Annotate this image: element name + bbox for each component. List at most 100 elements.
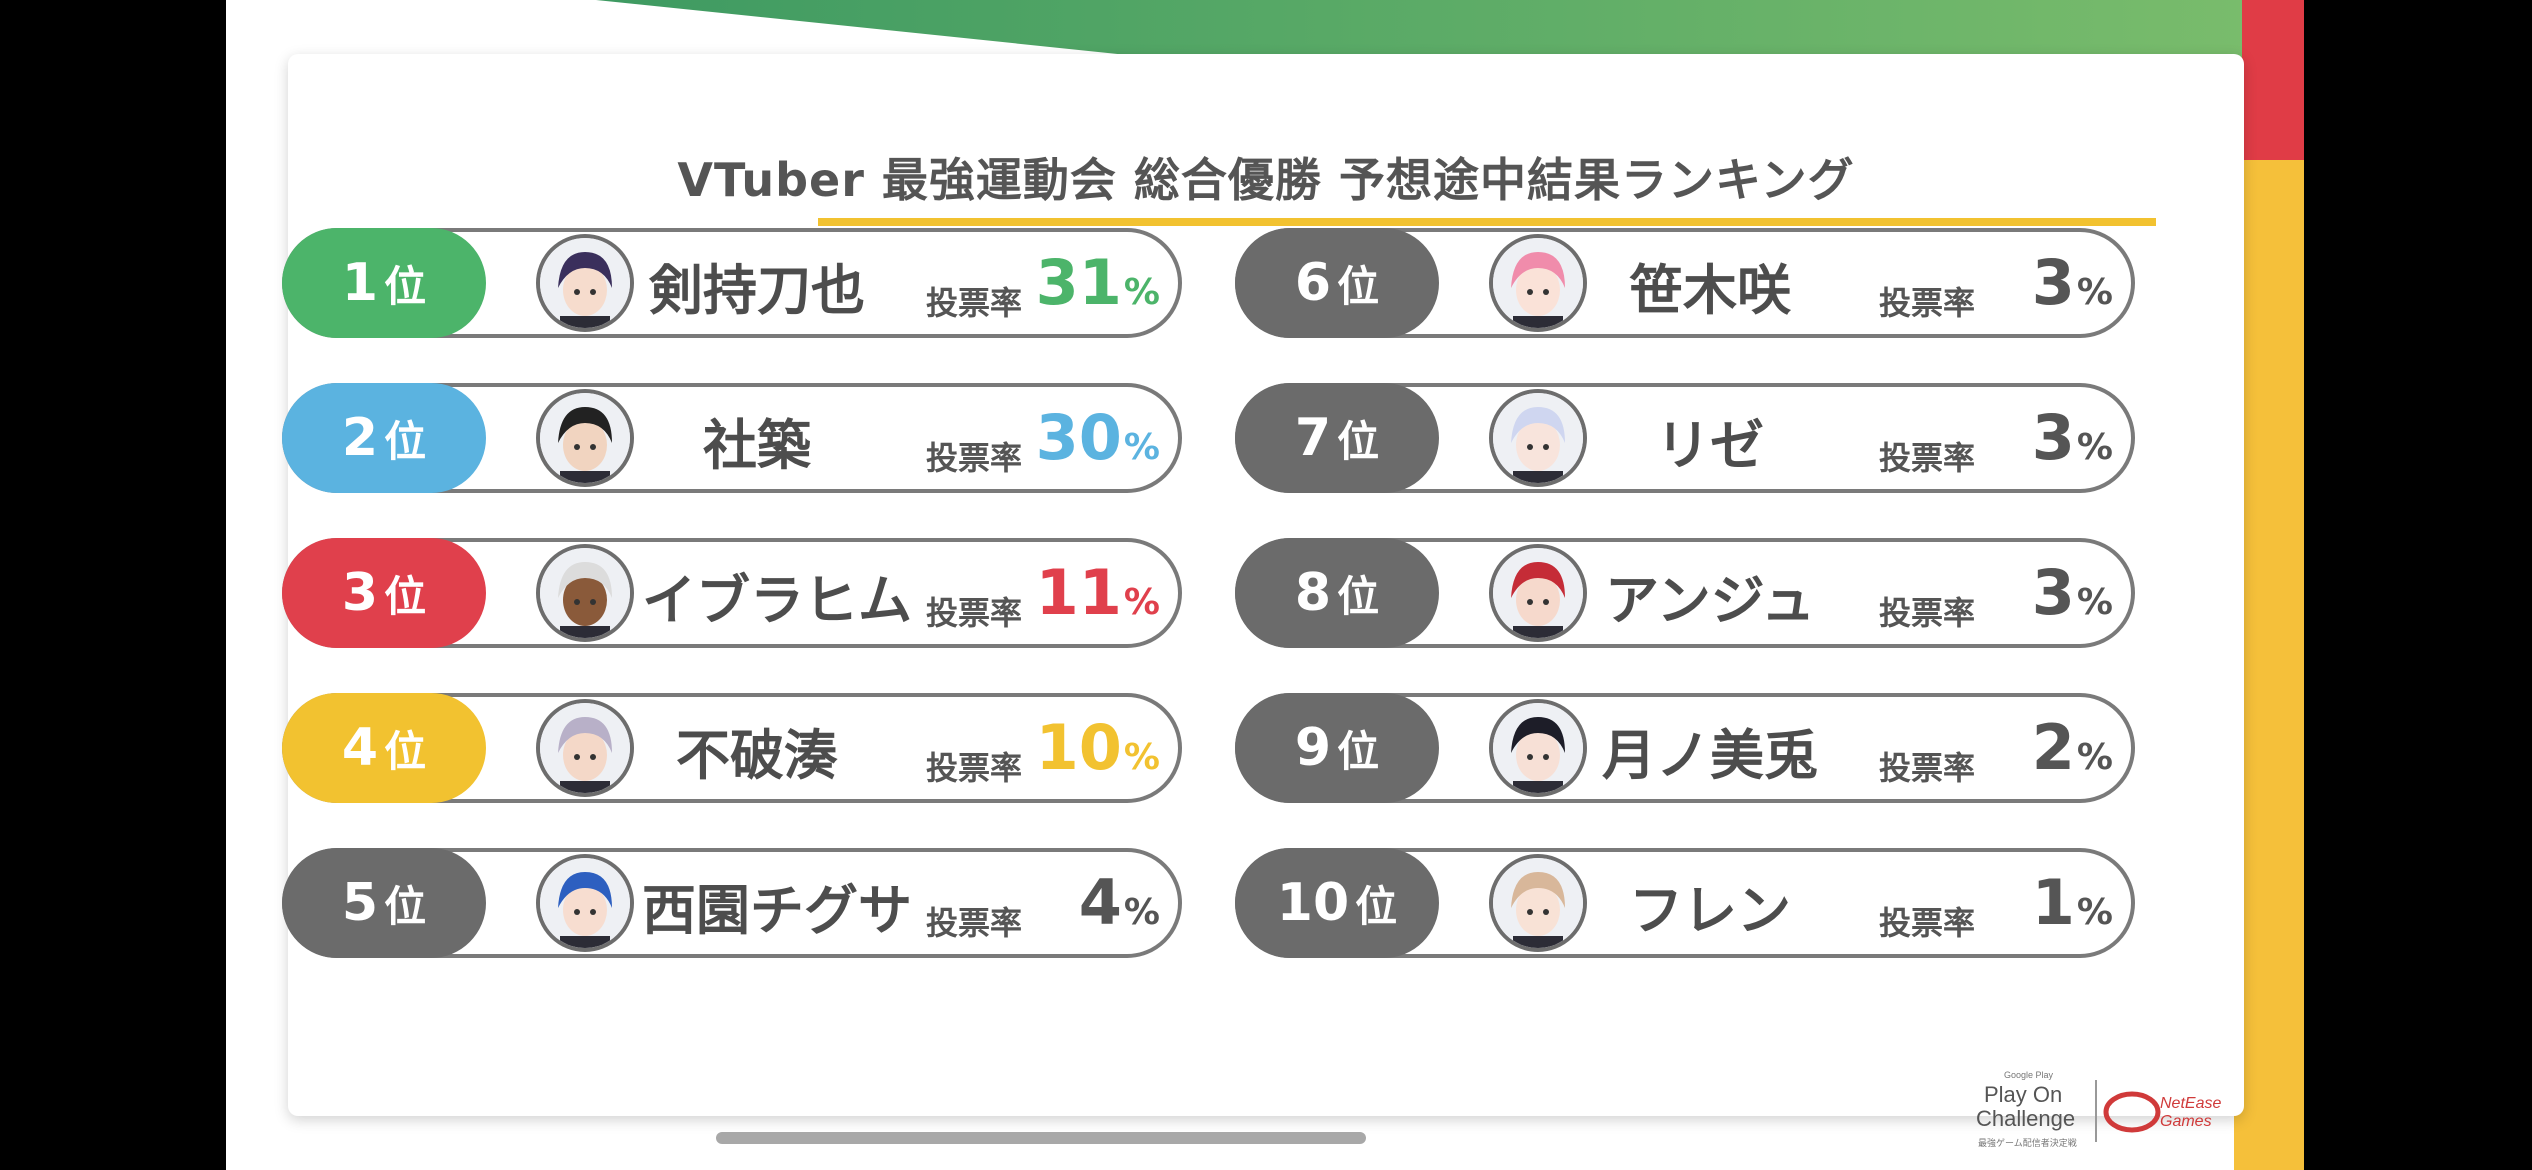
- logo-games: Games: [2160, 1113, 2212, 1130]
- rank-badge: 3位: [282, 538, 486, 648]
- rank-suffix: 位: [384, 881, 427, 931]
- vote-rate-value: 4%: [1079, 866, 1160, 939]
- vote-rate-label: 投票率: [926, 439, 1023, 477]
- vote-rate-label: 投票率: [1879, 284, 1976, 322]
- ranking-row: 10 位 フレン 投票率 1%: [1235, 848, 2135, 958]
- ranking-row: 2 位 社築 投票率 30%: [282, 383, 1182, 493]
- ranking-row: 3 位 イブラヒム 投票率 11%: [282, 538, 1182, 648]
- vote-rate-value: 3%: [2032, 556, 2113, 629]
- vote-rate-number: 2: [2031, 711, 2075, 784]
- vote-rate-value: 11%: [1036, 556, 1160, 629]
- rank-number: 1: [341, 253, 379, 313]
- percent-unit: %: [2076, 272, 2113, 313]
- avatar-dark-hair-icon: [1489, 699, 1587, 797]
- vote-rate-number: 10: [1035, 711, 1122, 784]
- rank-suffix: 位: [1337, 571, 1380, 621]
- percent-unit: %: [1123, 737, 1160, 778]
- title-underline: [818, 218, 2156, 226]
- rank-number: 4: [341, 718, 379, 778]
- member-name: リゼ: [1656, 414, 1764, 477]
- rank-number: 6: [1294, 253, 1332, 313]
- logo-google-play: Google Play: [2004, 1070, 2054, 1080]
- vote-rate-value: 3%: [2032, 401, 2113, 474]
- rank-suffix: 位: [384, 571, 427, 621]
- percent-unit: %: [2076, 892, 2113, 933]
- vote-rate-number: 3: [2031, 556, 2075, 629]
- yellow-stripe-decoration: [2234, 160, 2304, 1170]
- vote-rate-value: 2%: [2032, 711, 2113, 784]
- rank-badge: 2位: [282, 383, 486, 493]
- member-name: 社築: [703, 414, 811, 477]
- vote-rate-value: 30%: [1036, 401, 1160, 474]
- vote-rate-label: 投票率: [926, 904, 1023, 942]
- vote-rate-value: 3%: [2032, 246, 2113, 319]
- vote-rate-number: 31: [1035, 246, 1122, 319]
- member-name: イブラヒム: [642, 569, 912, 632]
- member-name: アンジュ: [1604, 569, 1816, 632]
- vote-rate-label: 投票率: [1879, 439, 1976, 477]
- vote-rate-value: 1%: [2032, 866, 2113, 939]
- vote-rate-value: 31%: [1036, 246, 1160, 319]
- ranking-row: 4 位 不破湊 投票率 10%: [282, 693, 1182, 803]
- avatar-white-hair-icon: [536, 544, 634, 642]
- rank-suffix: 位: [384, 726, 427, 776]
- vote-rate-number: 3: [2031, 246, 2075, 319]
- page-title: VTuber 最強運動会 総合優勝 予想途中結果ランキング: [677, 153, 1855, 207]
- percent-unit: %: [1123, 582, 1160, 623]
- rank-badge: 10 位: [1235, 848, 1439, 958]
- rank-number: 3: [341, 563, 379, 623]
- ranking-row: 7 位 リゼ 投票率 3%: [1235, 383, 2135, 493]
- vote-rate-number: 3: [2031, 401, 2075, 474]
- ranking-row: 9 位 月ノ美兎 投票率 2%: [1235, 693, 2135, 803]
- rank-number: 10: [1276, 873, 1350, 933]
- percent-unit: %: [1123, 427, 1160, 468]
- ranking-row: 5 位 西園チグサ 投票率 4%: [282, 848, 1182, 958]
- rank-badge: 9位: [1235, 693, 1439, 803]
- rank-suffix: 位: [1337, 726, 1380, 776]
- vote-rate-label: 投票率: [1879, 749, 1976, 787]
- rank-suffix: 位: [1337, 416, 1380, 466]
- member-name: 月ノ美兎: [1602, 724, 1818, 787]
- ranking-row: 1 位 剣持刀也 投票率 31%: [282, 228, 1182, 338]
- screen: VTuber 最強運動会 総合優勝 予想途中結果ランキング 1 位剣持刀也 投票率 3…: [226, 0, 2304, 1170]
- member-name: 笹木咲: [1629, 259, 1791, 322]
- percent-unit: %: [2076, 427, 2113, 468]
- rank-suffix: 位: [1355, 881, 1398, 931]
- member-name: 不破湊: [676, 724, 838, 787]
- rank-badge: 5位: [282, 848, 486, 958]
- avatar-blue-hair-icon: [536, 854, 634, 952]
- member-name: 西園チグサ: [642, 879, 912, 942]
- vote-rate-number: 1: [2031, 866, 2075, 939]
- ranking-row: 8 位 アンジュ 投票率 3%: [1235, 538, 2135, 648]
- rank-badge: 6位: [1235, 228, 1439, 338]
- vote-rate-label: 投票率: [1879, 904, 1976, 942]
- rank-suffix: 位: [384, 416, 427, 466]
- logo-line1: Play On: [1984, 1082, 2062, 1107]
- play-on-challenge-logo: Google Play Play On Challenge 最強ゲーム配信者決定…: [1976, 1070, 2221, 1148]
- vote-rate-number: 4: [1078, 866, 1122, 939]
- percent-unit: %: [2076, 737, 2113, 778]
- logo-subtitle: 最強ゲーム配信者決定戦: [1978, 1137, 2077, 1148]
- netease-icon: [2103, 1091, 2161, 1133]
- rank-badge: 8位: [1235, 538, 1439, 648]
- logo-netease: NetEase: [2160, 1095, 2221, 1112]
- member-name: 剣持刀也: [649, 259, 865, 322]
- green-banner-decoration: [596, 0, 2304, 60]
- vote-rate-number: 11: [1035, 556, 1122, 629]
- avatar-purple-hair-icon: [536, 234, 634, 332]
- avatar-blonde-hair-icon: [1489, 854, 1587, 952]
- rank-number: 5: [341, 873, 379, 933]
- home-indicator[interactable]: [716, 1132, 1366, 1144]
- vote-rate-label: 投票率: [926, 284, 1023, 322]
- rank-suffix: 位: [384, 261, 427, 311]
- percent-unit: %: [1123, 272, 1160, 313]
- rank-number: 9: [1294, 718, 1332, 778]
- vote-rate-label: 投票率: [926, 749, 1023, 787]
- avatar-black-hair-icon: [536, 389, 634, 487]
- ranking-row: 6 位 笹木咲 投票率 3%: [1235, 228, 2135, 338]
- avatar-silver-hair-icon: [536, 699, 634, 797]
- rank-badge: 4位: [282, 693, 486, 803]
- rank-number: 8: [1294, 563, 1332, 623]
- member-name: フレン: [1629, 879, 1791, 942]
- percent-unit: %: [1123, 892, 1160, 933]
